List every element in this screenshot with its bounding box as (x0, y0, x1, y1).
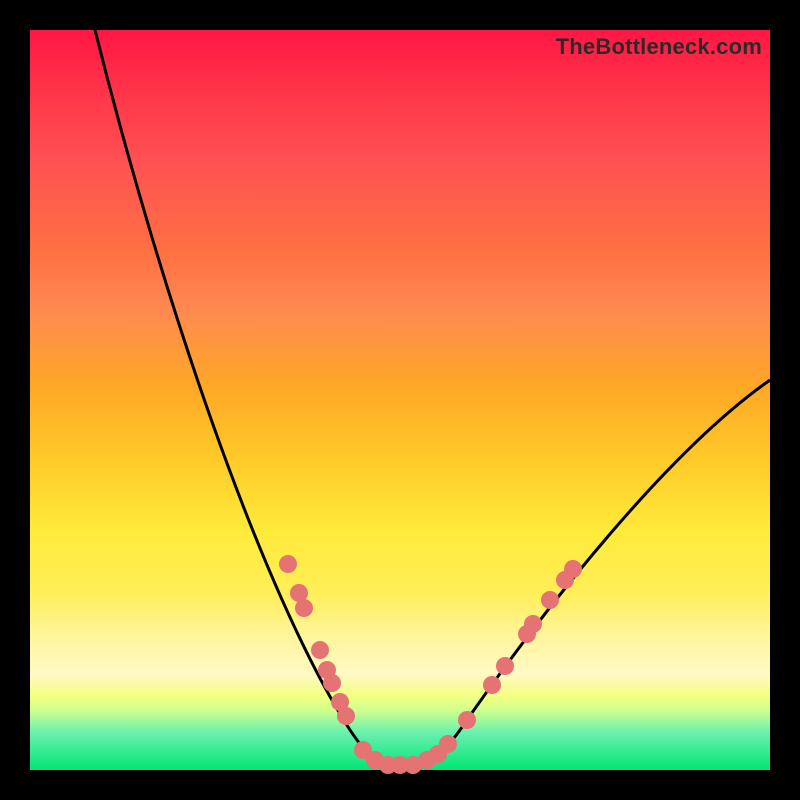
scatter-point (483, 676, 501, 694)
scatter-point (323, 674, 341, 692)
scatter-point (541, 591, 559, 609)
scatter-point (439, 735, 457, 753)
scatter-point (311, 641, 329, 659)
curve-path (95, 30, 770, 765)
chart-svg (30, 30, 770, 770)
scatter-point (337, 707, 355, 725)
plot-area: TheBottleneck.com (30, 30, 770, 770)
scatter-group (279, 555, 582, 774)
scatter-point (524, 615, 542, 633)
chart-frame: TheBottleneck.com (0, 0, 800, 800)
scatter-point (564, 560, 582, 578)
scatter-point (295, 599, 313, 617)
scatter-point (458, 711, 476, 729)
scatter-point (496, 657, 514, 675)
scatter-point (279, 555, 297, 573)
